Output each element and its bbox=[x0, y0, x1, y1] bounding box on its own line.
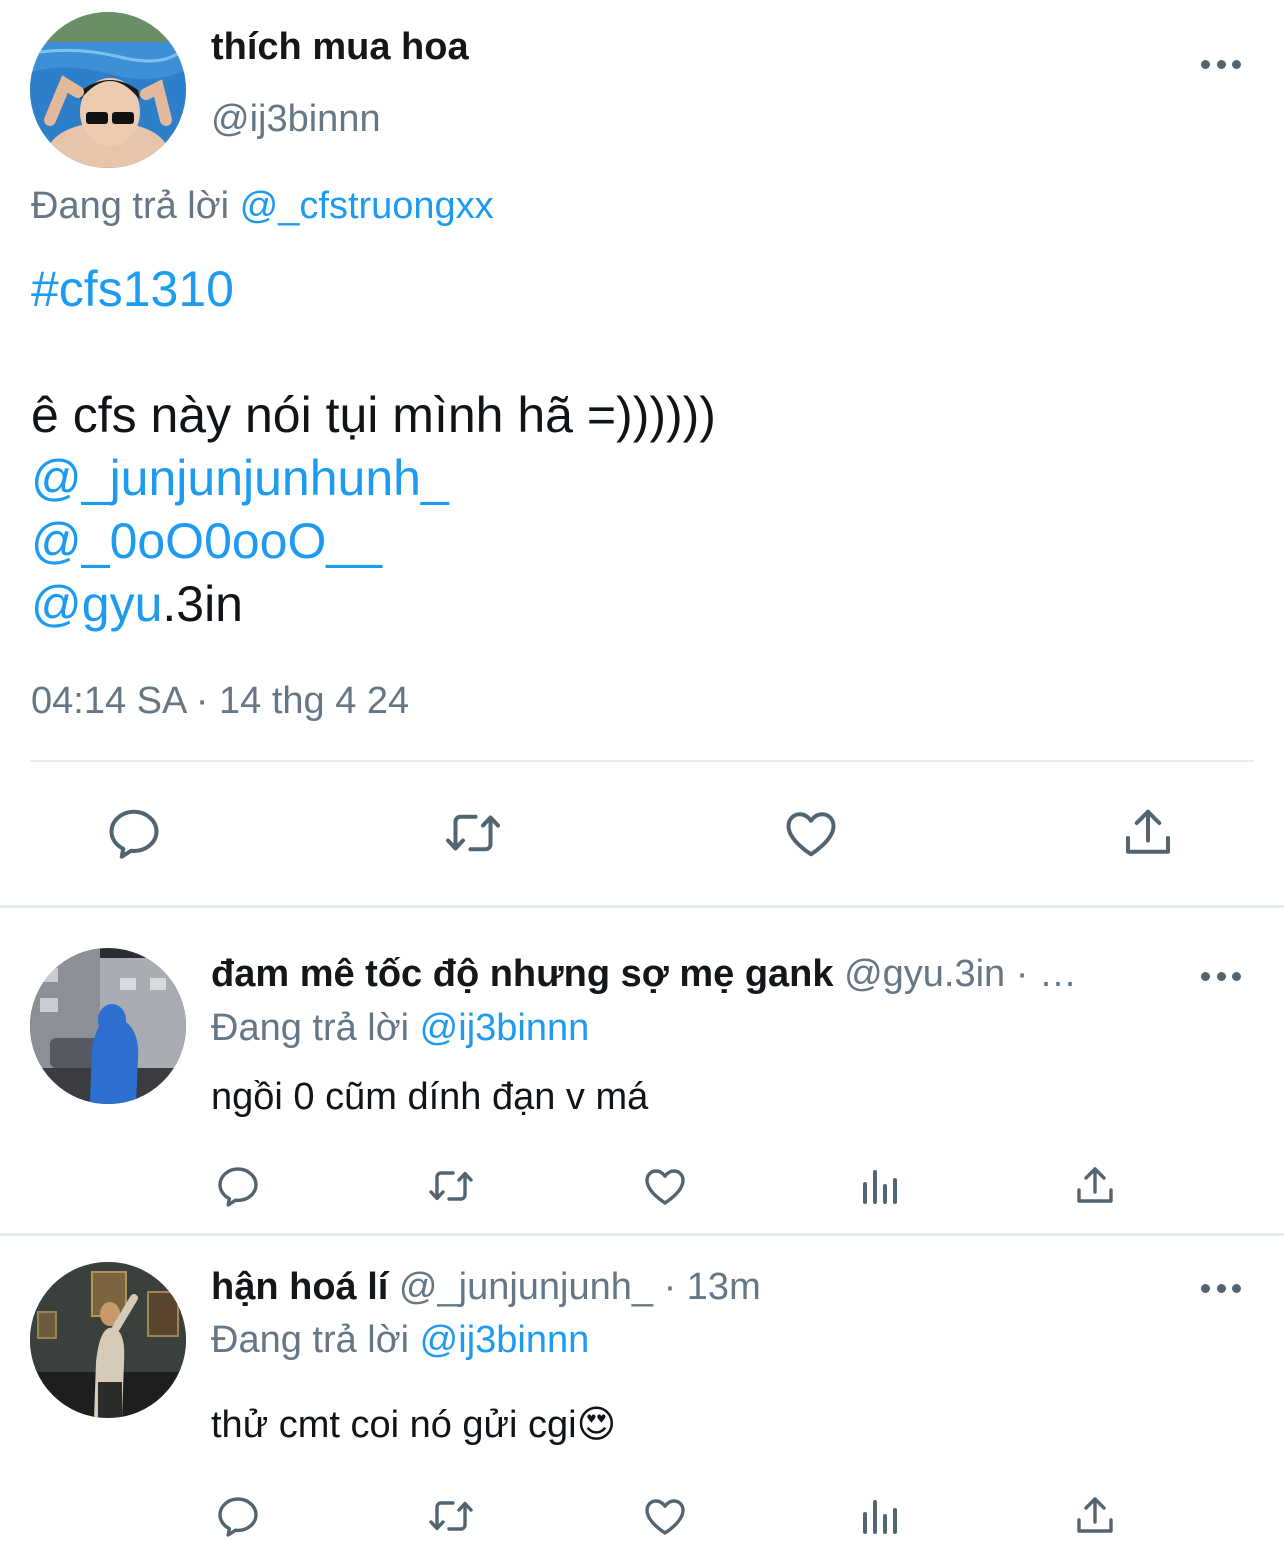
reply-text: ngồi 0 cũm dính đạn v má bbox=[211, 1076, 649, 1118]
share-icon[interactable] bbox=[1071, 1162, 1119, 1210]
reply-prefix: Đang trả lời bbox=[211, 1007, 410, 1049]
tweet-timestamp[interactable]: 04:14 SA · 14 thg 4 24 bbox=[31, 680, 409, 723]
reply-avatar[interactable] bbox=[30, 1262, 186, 1418]
reply-to-link[interactable]: @ij3binnn bbox=[420, 1007, 590, 1049]
mention-suffix: .3in bbox=[162, 576, 243, 632]
tweet-text: ê cfs này nói tụi mình hã =)))))) bbox=[31, 387, 716, 443]
divider bbox=[0, 1233, 1284, 1236]
reply-handle-time[interactable]: @_junjunjunh_ · 13m bbox=[399, 1266, 761, 1308]
reply-display-name[interactable]: đam mê tốc độ nhưng sợ mẹ gank bbox=[211, 953, 834, 995]
divider bbox=[0, 905, 1284, 908]
reply-context: Đang trả lời @ij3binnn bbox=[211, 1319, 589, 1362]
share-icon[interactable] bbox=[1118, 803, 1178, 863]
mention-link-1[interactable]: @_junjunjunhunh_ bbox=[31, 447, 716, 510]
reply-prefix: Đang trả lời bbox=[31, 185, 230, 227]
reply-icon[interactable] bbox=[104, 803, 164, 863]
more-options-icon[interactable] bbox=[1201, 57, 1241, 71]
divider bbox=[30, 760, 1254, 762]
reply-header: hận hoá lí @_junjunjunh_ · 13m bbox=[211, 1266, 761, 1309]
retweet-icon[interactable] bbox=[440, 803, 506, 863]
reply-context: Đang trả lời @_cfstruongxx bbox=[31, 185, 494, 228]
like-icon[interactable] bbox=[641, 1492, 689, 1540]
hashtag-link[interactable]: #cfs1310 bbox=[31, 258, 716, 321]
like-icon[interactable] bbox=[781, 803, 841, 863]
reply-to-link[interactable]: @_cfstruongxx bbox=[240, 185, 494, 227]
reply-to-link[interactable]: @ij3binnn bbox=[420, 1319, 590, 1361]
views-icon[interactable] bbox=[857, 1162, 905, 1210]
reply-avatar[interactable] bbox=[30, 948, 186, 1104]
more-options-icon[interactable] bbox=[1201, 1281, 1241, 1295]
mention-link-2[interactable]: @_0oO0ooO__ bbox=[31, 510, 716, 573]
reply-icon[interactable] bbox=[214, 1162, 262, 1210]
author-handle[interactable]: @ij3binnn bbox=[211, 98, 381, 141]
reply-handle-time[interactable]: @gyu.3in · … bbox=[844, 953, 1077, 995]
reply-text: thử cmt coi nó gửi cgi bbox=[211, 1404, 577, 1446]
heart-eyes-emoji: 😍 bbox=[576, 1404, 617, 1446]
reply-text-line: thử cmt coi nó gửi cgi😍 bbox=[211, 1402, 616, 1447]
reply-icon[interactable] bbox=[214, 1492, 262, 1540]
author-display-name[interactable]: thích mua hoa bbox=[211, 26, 469, 69]
views-icon[interactable] bbox=[857, 1492, 905, 1540]
share-icon[interactable] bbox=[1071, 1492, 1119, 1540]
reply-header: đam mê tốc độ nhưng sợ mẹ gank @gyu.3in … bbox=[211, 953, 1077, 996]
reply-prefix: Đang trả lời bbox=[211, 1319, 410, 1361]
like-icon[interactable] bbox=[641, 1162, 689, 1210]
tweet-body: #cfs1310 ê cfs này nói tụi mình hã =))))… bbox=[31, 258, 716, 636]
reply-display-name[interactable]: hận hoá lí bbox=[211, 1266, 388, 1308]
more-options-icon[interactable] bbox=[1201, 969, 1241, 983]
retweet-icon[interactable] bbox=[424, 1162, 478, 1210]
mention-link-3[interactable]: @gyu bbox=[31, 576, 162, 632]
author-avatar[interactable] bbox=[30, 12, 186, 168]
retweet-icon[interactable] bbox=[424, 1492, 478, 1540]
reply-context: Đang trả lời @ij3binnn bbox=[211, 1007, 589, 1050]
